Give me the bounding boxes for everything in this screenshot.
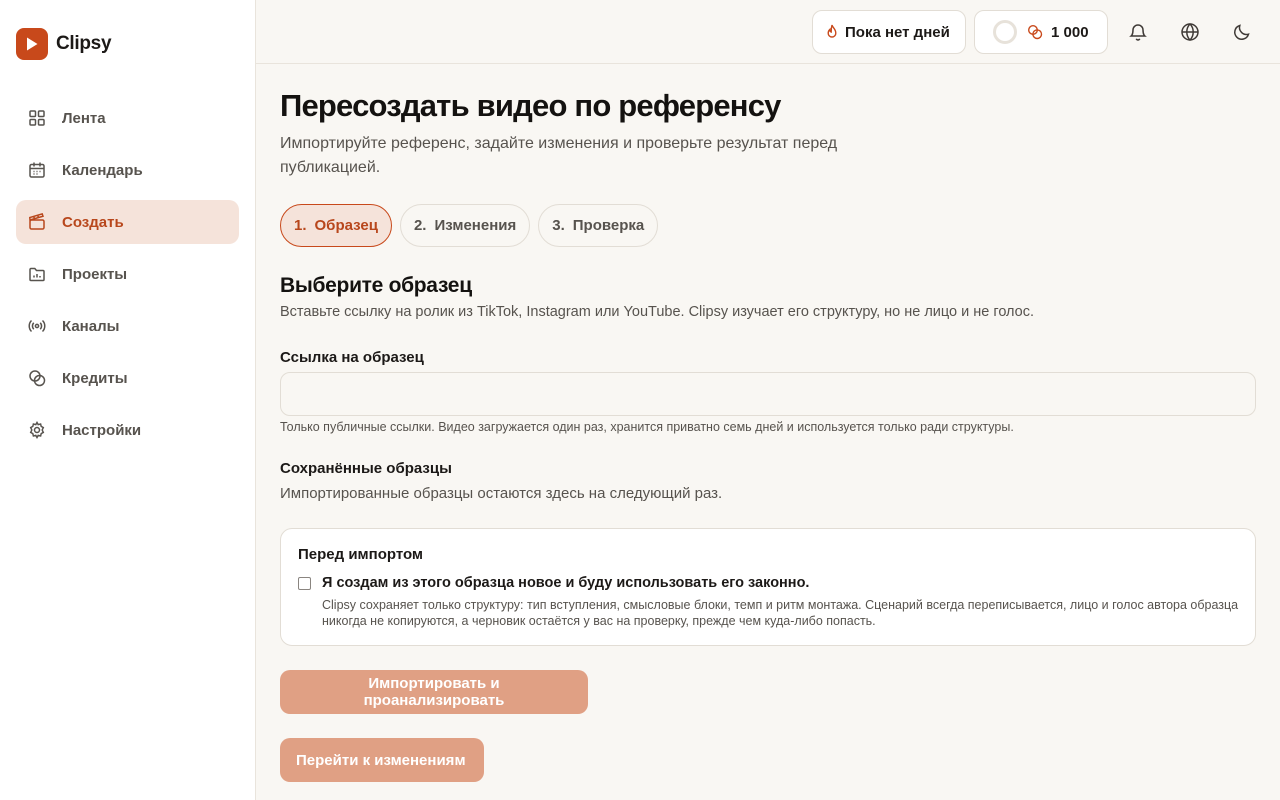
step-number: 2. bbox=[413, 217, 427, 234]
credits-progress-ring bbox=[993, 20, 1017, 44]
sidebar-item-label: Лента bbox=[62, 109, 106, 127]
sidebar-item-create[interactable]: Создать bbox=[16, 200, 239, 244]
clapperboard-icon bbox=[28, 213, 46, 231]
sidebar-item-settings[interactable]: Настройки bbox=[16, 408, 239, 452]
gear-icon bbox=[28, 421, 46, 439]
sidebar-item-label: Каналы bbox=[62, 317, 120, 335]
step-review[interactable]: 3. Проверка bbox=[538, 204, 659, 247]
step-label: Проверка bbox=[572, 217, 645, 234]
step-number: 3. bbox=[552, 217, 565, 234]
calendar-icon bbox=[28, 161, 46, 179]
sidebar-item-label: Создать bbox=[62, 213, 124, 231]
moon-icon[interactable] bbox=[1230, 20, 1254, 44]
step-changes[interactable]: 2. Изменения bbox=[399, 204, 531, 247]
step-sample[interactable]: 1. Образец bbox=[280, 204, 392, 247]
bell-icon[interactable] bbox=[1126, 20, 1150, 44]
sample-link-input[interactable] bbox=[280, 372, 1256, 416]
streak-button[interactable]: Пока нет дней bbox=[812, 10, 966, 54]
section-title: Выберите образец bbox=[280, 274, 472, 297]
consent-title: Перед импортом bbox=[298, 546, 424, 563]
step-label: Изменения bbox=[434, 217, 517, 234]
consent-checkbox[interactable] bbox=[298, 577, 311, 590]
import-analyze-button[interactable]: Импортировать и проанализировать bbox=[280, 670, 588, 714]
coins-icon bbox=[28, 369, 46, 387]
sidebar: Clipsy Лента Календарь Создать Проекты К… bbox=[0, 0, 256, 800]
flame-icon bbox=[825, 24, 839, 40]
saved-samples-title: Сохранённые образцы bbox=[280, 460, 452, 477]
streak-label: Пока нет дней bbox=[845, 23, 950, 41]
sidebar-item-label: Кредиты bbox=[62, 369, 128, 387]
sidebar-item-label: Календарь bbox=[62, 161, 143, 179]
credits-value: 1 000 bbox=[1051, 23, 1089, 41]
step-label: Образец bbox=[314, 217, 378, 234]
page-title: Пересоздать видео по референсу bbox=[280, 88, 781, 123]
consent-checkbox-label[interactable]: Я создам из этого образца новое и буду и… bbox=[322, 575, 809, 591]
page-subtitle: Импортируйте референс, задайте изменения… bbox=[280, 135, 838, 176]
play-logo-icon bbox=[16, 28, 48, 60]
sidebar-item-credits[interactable]: Кредиты bbox=[16, 356, 239, 400]
sidebar-item-label: Проекты bbox=[62, 265, 128, 283]
folder-icon bbox=[28, 265, 46, 283]
brand-name: Clipsy bbox=[56, 33, 112, 54]
stepper: 1. Образец 2. Изменения 3. Проверка bbox=[280, 204, 666, 247]
saved-samples-description: Импортированные образцы остаются здесь н… bbox=[280, 485, 723, 502]
sidebar-item-projects[interactable]: Проекты bbox=[16, 252, 239, 296]
credits-button[interactable]: 1 000 bbox=[974, 10, 1108, 54]
sidebar-item-label: Настройки bbox=[62, 421, 142, 439]
topbar: Пока нет дней 1 000 bbox=[256, 0, 1280, 64]
go-to-changes-button[interactable]: Перейти к изменениям bbox=[280, 738, 484, 782]
consent-card: Перед импортом Я создам из этого образца… bbox=[280, 528, 1256, 646]
sidebar-nav: Лента Календарь Создать Проекты Каналы К… bbox=[16, 96, 239, 460]
step-number: 1. bbox=[294, 217, 307, 234]
link-field-label: Ссылка на образец bbox=[280, 349, 424, 366]
sidebar-item-feed[interactable]: Лента bbox=[16, 96, 239, 140]
broadcast-icon bbox=[28, 317, 46, 335]
grid-icon bbox=[28, 109, 46, 127]
coins-icon bbox=[1027, 24, 1043, 40]
link-hint: Только публичные ссылки. Видео загружает… bbox=[280, 420, 1014, 434]
consent-description: Clipsy сохраняет только структуру: тип в… bbox=[322, 598, 1239, 628]
sidebar-item-calendar[interactable]: Календарь bbox=[16, 148, 239, 192]
globe-icon[interactable] bbox=[1178, 20, 1202, 44]
brand[interactable]: Clipsy bbox=[16, 28, 112, 60]
section-description: Вставьте ссылку на ролик из TikTok, Inst… bbox=[280, 304, 1035, 320]
sidebar-item-channels[interactable]: Каналы bbox=[16, 304, 239, 348]
